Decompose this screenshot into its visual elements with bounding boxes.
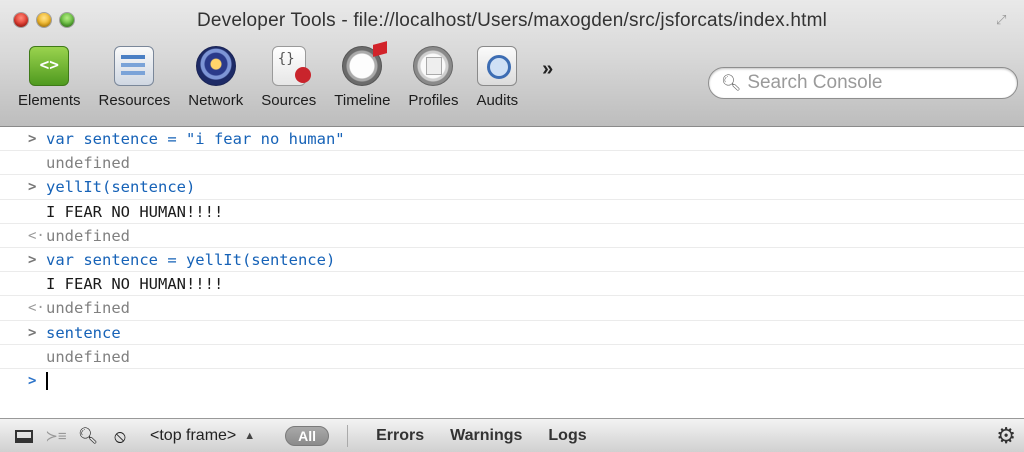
stepper-arrows-icon: ▲: [244, 430, 256, 442]
console-line-text: var sentence = yellIt(sentence): [46, 250, 336, 269]
console-line-text: undefined: [46, 347, 130, 366]
console-line: > var sentence = yellIt(sentence): [0, 248, 1024, 273]
tab-profiles[interactable]: Profiles: [408, 46, 458, 109]
network-icon: [195, 46, 236, 86]
tab-timeline[interactable]: Timeline: [334, 46, 390, 109]
console-line-text: yellIt(sentence): [46, 178, 196, 197]
search-console[interactable]: 🔍︎: [708, 67, 1018, 99]
elements-icon: <>: [29, 46, 70, 86]
tab-sources[interactable]: Sources: [261, 46, 316, 109]
console-line-text: undefined: [46, 299, 130, 318]
profiles-icon: [413, 46, 454, 86]
sources-icon: [271, 46, 311, 86]
search-input[interactable]: [745, 71, 1000, 95]
console-drawer-button[interactable]: ≻≡: [40, 419, 72, 452]
console-line: > yellIt(sentence): [0, 175, 1024, 200]
input-prompt-icon: >: [28, 251, 37, 268]
frame-select-value: <top frame>: [150, 427, 237, 444]
clear-icon: ⦸: [114, 425, 126, 446]
input-prompt-icon: >: [28, 131, 37, 147]
tab-label: Audits: [476, 92, 519, 109]
frame-select[interactable]: <top frame> ▲: [150, 427, 255, 445]
tab-audits[interactable]: Audits: [476, 46, 518, 109]
console-line: > sentence: [0, 321, 1024, 345]
console-line: I FEAR NO HUMAN!!!!: [0, 200, 1024, 224]
console-line: undefined: [0, 345, 1024, 369]
status-bar: ≻≡ 🔍︎ ⦸ <top frame> ▲ All Errors Warning…: [0, 418, 1024, 452]
console-line: I FEAR NO HUMAN!!!!: [0, 272, 1024, 297]
console-line-text: sentence: [46, 323, 121, 342]
prompt-input[interactable]: [46, 369, 48, 393]
console-prompt[interactable]: >: [0, 369, 1024, 393]
console-line: <· undefined: [0, 224, 1024, 248]
timeline-icon: [342, 46, 383, 86]
console-line-text: undefined: [46, 154, 130, 173]
console-line-text: I FEAR NO HUMAN!!!!: [46, 275, 224, 294]
tab-label: Profiles: [408, 92, 459, 109]
console-line-text: I FEAR NO HUMAN!!!!: [46, 202, 224, 221]
window-title: Developer Tools - file://localhost/Users…: [196, 10, 828, 31]
tab-resources[interactable]: Resources: [98, 46, 171, 109]
filter-errors[interactable]: Errors: [376, 427, 424, 445]
console-line: <· undefined: [0, 296, 1024, 321]
result-arrow-icon: <·: [28, 227, 45, 244]
clear-console-button[interactable]: ⦸: [104, 419, 136, 452]
tab-label: Timeline: [334, 92, 391, 109]
resources-icon: [114, 46, 155, 86]
search-icon: 🔍︎: [77, 428, 99, 445]
console-panel[interactable]: > var sentence = "i fear no human" undefin…: [0, 127, 1024, 417]
result-arrow-icon: <·: [28, 300, 45, 317]
search-icon: 🔍︎: [721, 75, 742, 92]
tab-label: Resources: [98, 92, 171, 109]
console-line: undefined: [0, 151, 1024, 176]
dock-icon: [15, 429, 33, 443]
caret: [46, 372, 48, 391]
tab-label: Network: [188, 92, 244, 109]
overflow-chevron-icon[interactable]: »: [542, 58, 553, 81]
panel-toolbar: <> Elements Resources Network Sources Ti…: [18, 46, 583, 109]
filter-all[interactable]: All: [285, 426, 330, 446]
console-line: > var sentence = "i fear no human": [0, 127, 1024, 152]
gear-icon[interactable]: ⚙: [996, 423, 1016, 449]
console-line-text: var sentence = "i fear no human": [46, 130, 345, 148]
prompt-icon: >: [28, 372, 37, 389]
tab-network[interactable]: Network: [188, 46, 243, 109]
tab-label: Sources: [261, 92, 317, 109]
filter-warnings[interactable]: Warnings: [450, 427, 522, 445]
tab-elements[interactable]: <> Elements: [18, 46, 81, 109]
title-toolbar: Developer Tools - file://localhost/Users…: [0, 0, 1024, 127]
tab-label: Elements: [18, 92, 81, 109]
input-prompt-icon: >: [28, 179, 37, 196]
filter-logs[interactable]: Logs: [548, 427, 586, 445]
audits-icon: [477, 46, 518, 86]
divider: [347, 425, 349, 447]
fullscreen-icon[interactable]: ⤢: [996, 12, 1012, 28]
console-line-text: undefined: [46, 226, 130, 245]
dock-toggle-button[interactable]: [8, 419, 40, 452]
input-prompt-icon: >: [28, 324, 37, 341]
devtools-window: Developer Tools - file://localhost/Users…: [0, 0, 1024, 452]
inspect-button[interactable]: 🔍︎: [72, 419, 104, 452]
